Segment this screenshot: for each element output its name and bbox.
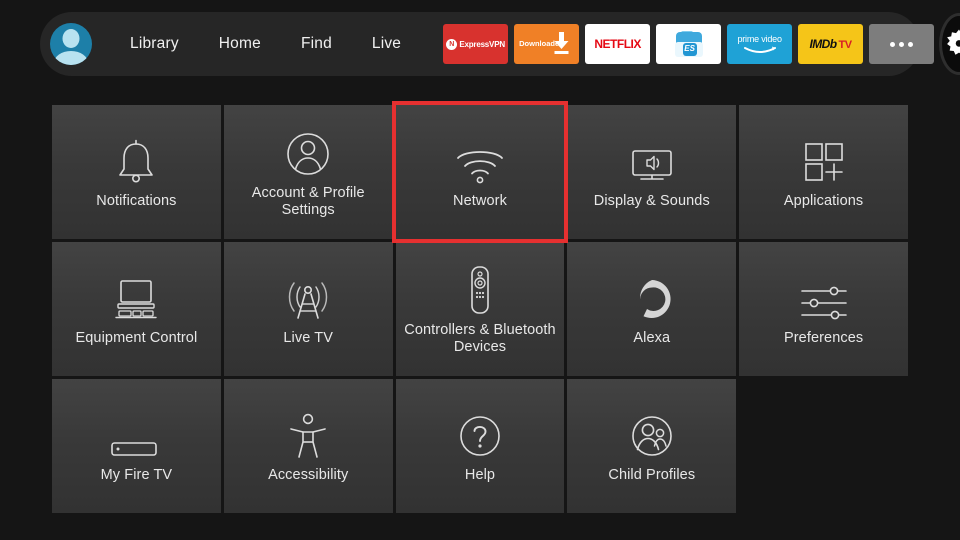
settings-tile-applications[interactable]: Applications <box>739 105 908 239</box>
settings-tile-alexa[interactable]: Alexa <box>567 242 737 376</box>
download-arrow-icon <box>554 32 569 54</box>
app-shortcut-prime-video[interactable]: prime video <box>727 24 793 64</box>
settings-tile-help[interactable]: Help <box>395 379 565 513</box>
settings-tile-preferences[interactable]: Preferences <box>739 242 908 376</box>
settings-tile-notifications[interactable]: Notifications <box>52 105 221 239</box>
top-navigation-bar: Library Home Find Live N ExpressVPN Down… <box>40 12 960 76</box>
bell-icon <box>115 133 157 185</box>
settings-tile-equipment-control[interactable]: Equipment Control <box>52 242 221 376</box>
alexa-ring-icon <box>629 270 675 322</box>
broadcast-tower-icon <box>285 270 331 322</box>
imdb-logo: IMDb TV <box>809 37 853 51</box>
tile-label: Controllers & Bluetooth Devices <box>404 321 556 355</box>
tile-label: Child Profiles <box>608 467 696 484</box>
dot-3 <box>908 41 914 47</box>
tile-label: Help <box>464 467 496 484</box>
tile-label: Notifications <box>96 193 177 210</box>
app-shortcut-es-file-explorer[interactable]: ES <box>656 24 722 64</box>
settings-tile-display-and-sounds[interactable]: Display & Sounds <box>567 105 737 239</box>
apps-grid-plus-icon <box>801 133 847 185</box>
tv-equipment-icon <box>111 270 161 322</box>
imdb-label: IMDb <box>809 37 838 51</box>
imdb-tv-label: TV <box>838 39 852 51</box>
settings-tile-grid: Notifications Account & Profile Settings <box>52 101 908 513</box>
nav-item-library[interactable]: Library <box>110 35 199 53</box>
settings-tile-accessibility[interactable]: Accessibility <box>223 379 393 513</box>
app-shortcut-downloader[interactable]: Downloader <box>514 24 580 64</box>
tile-label: Accessibility <box>268 467 349 484</box>
app-shortcut-expressvpn[interactable]: N ExpressVPN <box>443 24 509 64</box>
tile-label: Account & Profile Settings <box>251 184 365 218</box>
profile-avatar <box>50 23 92 65</box>
nav-item-find[interactable]: Find <box>281 35 352 53</box>
person-circle-icon <box>285 125 331 177</box>
expressvpn-mark-icon: N <box>446 38 458 50</box>
tile-label: Preferences <box>783 330 864 347</box>
firetv-stick-icon <box>110 407 162 459</box>
settings-tile-child-profiles[interactable]: Child Profiles <box>567 379 737 513</box>
child-profiles-icon <box>629 407 675 459</box>
app-shortcut-netflix[interactable]: NETFLIX <box>585 24 651 64</box>
tile-label: Alexa <box>633 330 671 347</box>
nav-item-live[interactable]: Live <box>352 35 421 53</box>
dot-2 <box>899 41 905 47</box>
avatar-head <box>62 29 80 48</box>
dot-1 <box>890 41 896 47</box>
tile-label: Live TV <box>283 330 333 347</box>
settings-tile-network[interactable]: Network <box>391 101 569 243</box>
settings-tile-my-fire-tv[interactable]: My Fire TV <box>52 379 221 513</box>
tile-label: My Fire TV <box>100 467 173 484</box>
netflix-label: NETFLIX <box>594 37 641 51</box>
accessibility-person-icon <box>287 407 329 459</box>
profile-avatar-button[interactable] <box>50 18 92 70</box>
es-badge-label: ES <box>682 42 697 56</box>
tile-label: Applications <box>783 193 864 210</box>
tv-speaker-icon <box>627 133 677 185</box>
gear-icon <box>947 29 960 55</box>
settings-tile-account-profile-settings[interactable]: Account & Profile Settings <box>223 105 393 239</box>
wifi-icon <box>455 133 505 185</box>
more-dots-icon <box>890 41 914 47</box>
remote-control-icon <box>467 262 493 314</box>
question-circle-icon <box>457 407 503 459</box>
nav-links: Library Home Find Live <box>110 35 421 53</box>
settings-gear-button[interactable] <box>942 16 960 72</box>
es-folder-icon: ES <box>674 30 703 57</box>
settings-tile-live-tv[interactable]: Live TV <box>223 242 393 376</box>
expressvpn-logo: N ExpressVPN <box>446 38 505 50</box>
prime-video-label: prime video <box>737 34 782 44</box>
app-shortcut-more[interactable] <box>869 24 935 64</box>
fire-tv-settings-screen: Library Home Find Live N ExpressVPN Down… <box>0 0 960 540</box>
nav-item-home[interactable]: Home <box>199 35 281 53</box>
amazon-smile-icon <box>743 46 776 53</box>
avatar-body <box>54 51 88 65</box>
tile-label: Network <box>453 193 507 210</box>
expressvpn-label: ExpressVPN <box>459 39 505 49</box>
tile-label: Display & Sounds <box>593 193 710 210</box>
settings-tile-empty-slot <box>739 379 908 513</box>
app-shortcut-imdb-tv[interactable]: IMDb TV <box>798 24 864 64</box>
sliders-icon <box>798 270 850 322</box>
tile-label: Equipment Control <box>75 330 198 347</box>
app-shortcuts: N ExpressVPN Downloader NETFLIX ES prime… <box>443 24 935 64</box>
settings-tile-controllers-bluetooth-devices[interactable]: Controllers & Bluetooth Devices <box>395 242 565 376</box>
